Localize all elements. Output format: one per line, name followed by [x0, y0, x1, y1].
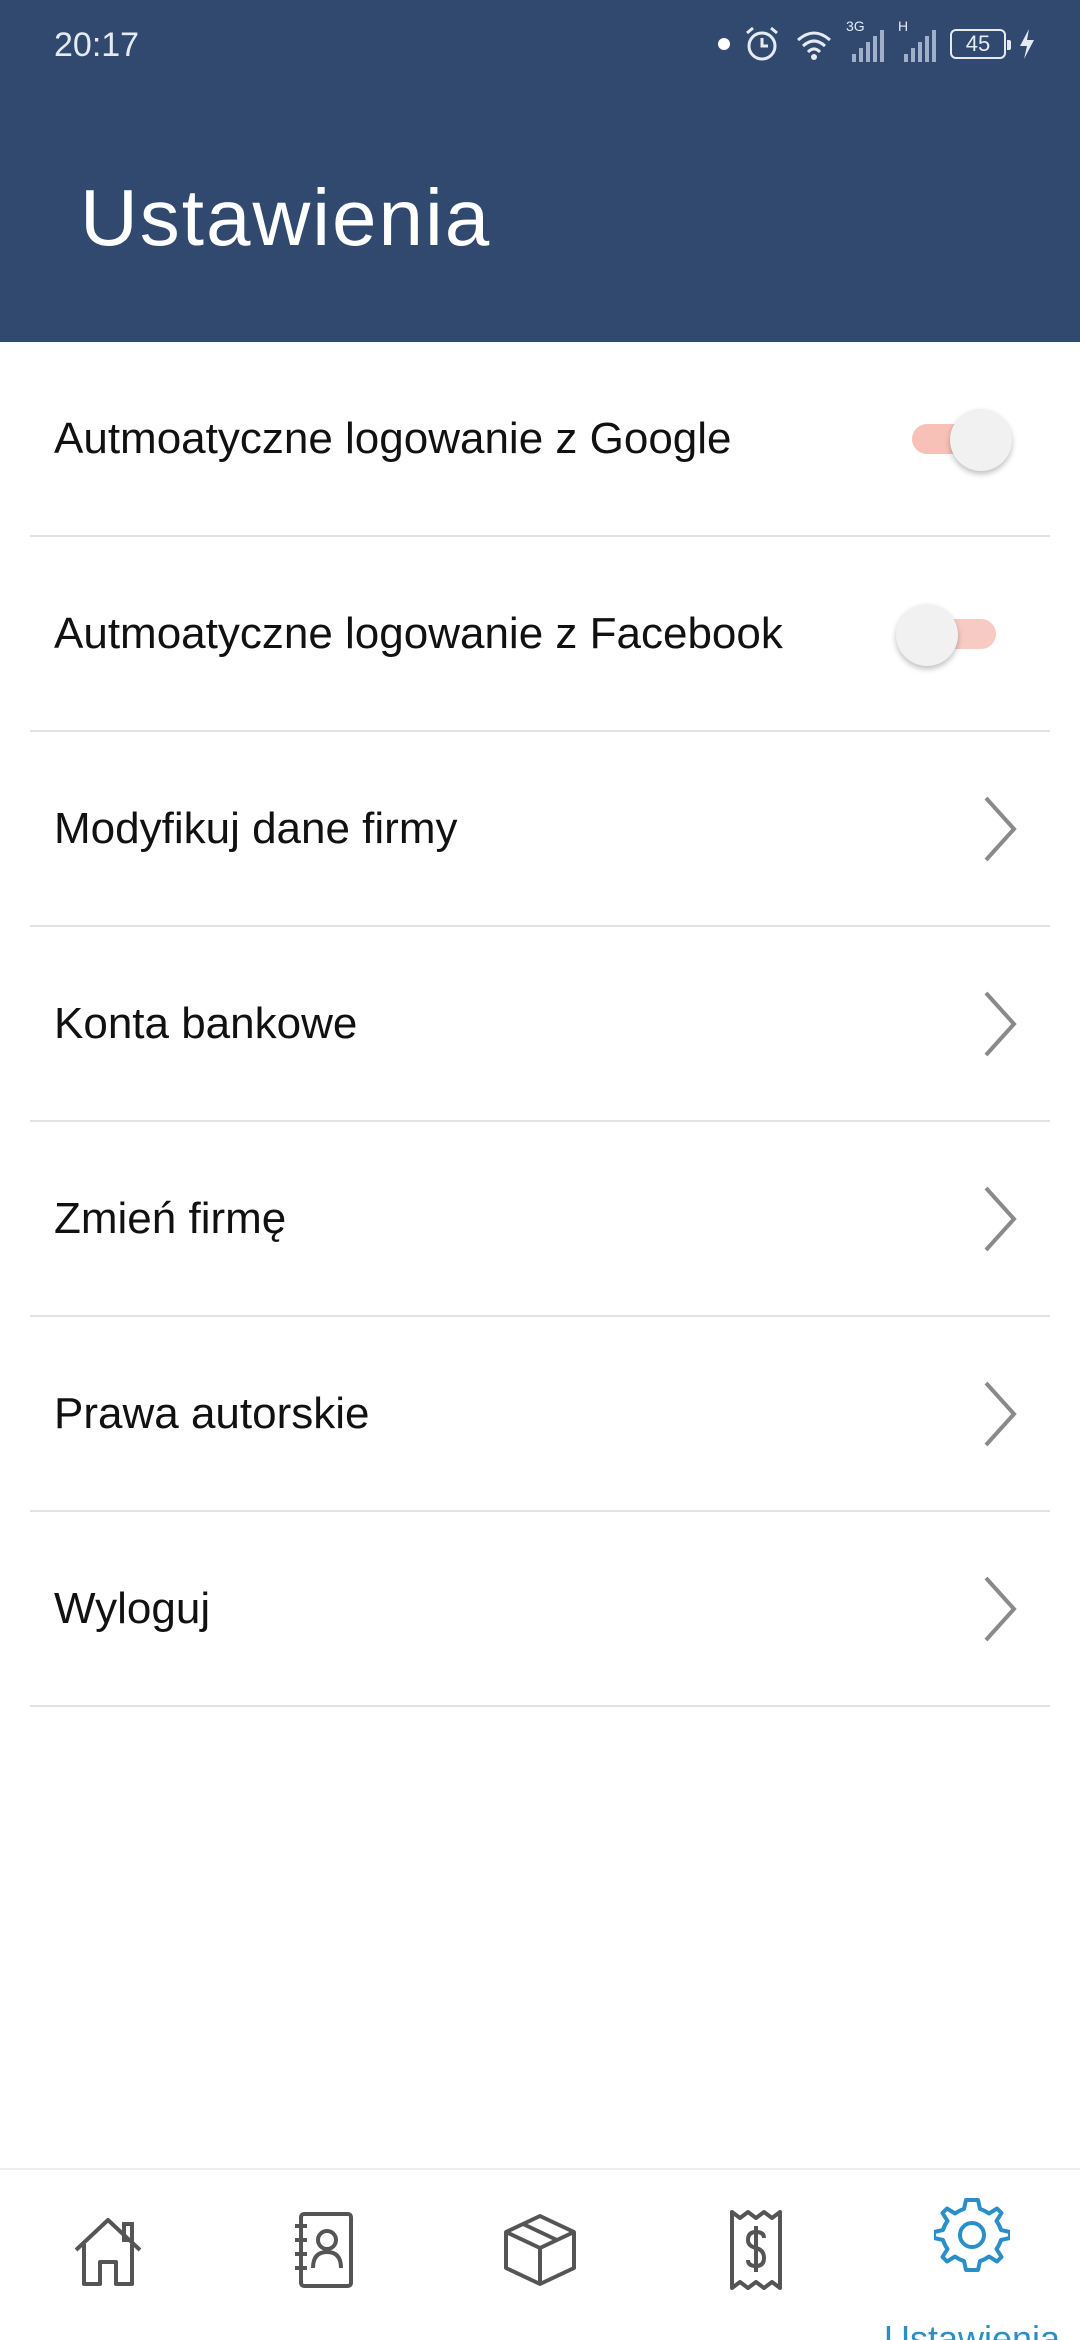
wifi-icon	[797, 31, 831, 60]
box-icon	[504, 2214, 576, 2286]
settings-item-copyright[interactable]: Prawa autorskie	[30, 1317, 1050, 1512]
facebook-login-toggle[interactable]	[896, 603, 996, 666]
settings-item-label: Zmień firmę	[54, 1193, 287, 1243]
nav-label-settings: Ustawienia	[883, 2318, 1061, 2340]
signal-3g-icon: 3G	[846, 18, 886, 64]
nav-item-home[interactable]	[0, 2170, 216, 2340]
status-time: 20:17	[54, 26, 140, 64]
settings-item-edit-company[interactable]: Modyfikuj dane firmy	[30, 732, 1050, 927]
chevron-right-icon	[984, 1381, 1017, 1446]
settings-item-bank-accounts[interactable]: Konta bankowe	[30, 927, 1050, 1122]
nav-item-products[interactable]	[432, 2170, 648, 2340]
chevron-right-icon	[984, 1576, 1017, 1641]
notification-dot-icon	[718, 38, 730, 50]
app-header: 20:17 3G H 45 Ustawienia	[0, 0, 1080, 342]
signal-3g-label: 3G	[846, 18, 865, 34]
settings-item-label: Konta bankowe	[54, 998, 358, 1048]
nav-item-contacts[interactable]	[216, 2170, 432, 2340]
signal-h-icon: H	[898, 18, 938, 64]
google-login-label: Autmoatyczne logowanie z Google	[54, 413, 732, 463]
toggle-thumb	[950, 408, 1012, 471]
page-title: Ustawienia	[80, 173, 492, 262]
nav-item-invoices[interactable]	[648, 2170, 864, 2340]
contacts-icon	[295, 2212, 353, 2288]
settings-item-logout[interactable]: Wyloguj	[30, 1512, 1050, 1707]
chevron-right-icon	[984, 1186, 1017, 1251]
charging-icon	[1020, 29, 1034, 59]
google-login-row[interactable]: Autmoatyczne logowanie z Google	[30, 342, 1050, 537]
battery-icon: 45	[950, 29, 1011, 59]
settings-list: Autmoatyczne logowanie z Google Autmoaty…	[0, 342, 1080, 1707]
home-icon	[74, 2218, 142, 2286]
gear-icon	[934, 2198, 1010, 2272]
settings-item-label: Prawa autorskie	[54, 1388, 370, 1438]
signal-h-label: H	[898, 18, 909, 34]
settings-item-change-company[interactable]: Zmień firmę	[30, 1122, 1050, 1317]
chevron-right-icon	[984, 796, 1017, 861]
facebook-login-row[interactable]: Autmoatyczne logowanie z Facebook	[30, 537, 1050, 732]
receipt-icon	[730, 2210, 782, 2290]
bottom-navigation: Ustawienia	[0, 2168, 1080, 2340]
settings-screen: 20:17 3G H 45 Ustawienia Autmoatyczne lo…	[0, 0, 1080, 2340]
nav-item-settings[interactable]: Ustawienia	[864, 2170, 1080, 2340]
status-bar: 20:17 3G H 45	[0, 0, 1080, 90]
settings-item-label: Modyfikuj dane firmy	[54, 803, 458, 853]
chevron-right-icon	[984, 991, 1017, 1056]
status-icons: 3G H 45	[718, 18, 1036, 66]
toggle-thumb	[896, 603, 958, 666]
google-login-toggle[interactable]	[912, 408, 1012, 471]
settings-item-label: Wyloguj	[54, 1583, 211, 1633]
facebook-login-label: Autmoatyczne logowanie z Facebook	[54, 608, 783, 658]
alarm-icon	[746, 26, 778, 61]
